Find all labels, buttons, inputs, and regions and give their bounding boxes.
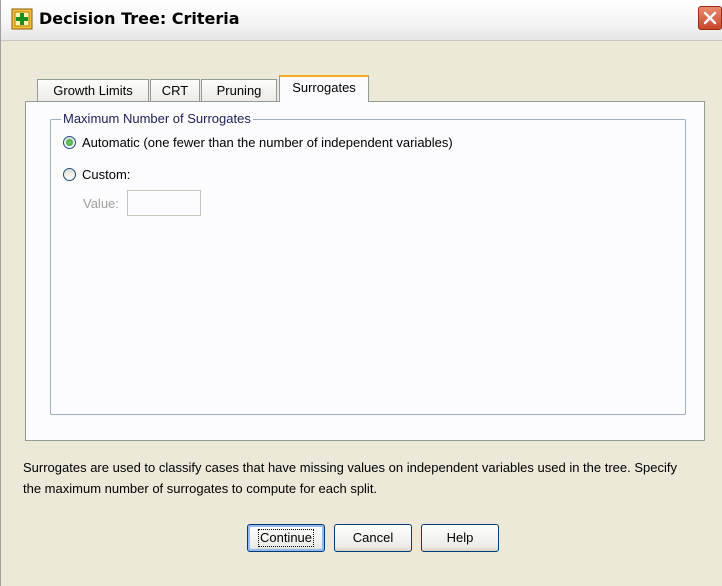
- value-label: Value:: [83, 195, 119, 211]
- continue-button-label: Continue: [257, 529, 315, 547]
- window-title: Decision Tree: Criteria: [39, 9, 240, 28]
- max-surrogates-group: Maximum Number of Surrogates Automatic (…: [50, 111, 686, 415]
- value-row: Value:: [83, 190, 201, 216]
- tab-growth-limits[interactable]: Growth Limits: [37, 79, 149, 101]
- automatic-label: Automatic (one fewer than the number of …: [82, 134, 453, 150]
- tab-surrogates[interactable]: Surrogates: [279, 75, 369, 102]
- dialog-content: Growth Limits CRT Pruning Surrogates Max…: [1, 41, 722, 586]
- automatic-radio[interactable]: [63, 135, 76, 149]
- help-button[interactable]: Help: [421, 524, 499, 552]
- group-title: Maximum Number of Surrogates: [61, 111, 253, 126]
- automatic-option[interactable]: Automatic (one fewer than the number of …: [63, 133, 453, 151]
- custom-option[interactable]: Custom:: [63, 165, 130, 183]
- title-bar[interactable]: Decision Tree: Criteria: [1, 0, 722, 41]
- surrogates-panel: Maximum Number of Surrogates Automatic (…: [25, 101, 705, 441]
- custom-radio[interactable]: [63, 167, 76, 181]
- cancel-button[interactable]: Cancel: [334, 524, 412, 552]
- close-button[interactable]: [698, 6, 722, 30]
- tab-crt[interactable]: CRT: [150, 79, 200, 101]
- decision-tree-app-icon: [11, 8, 33, 30]
- custom-label: Custom:: [82, 166, 131, 182]
- description-text: Surrogates are used to classify cases th…: [23, 460, 677, 496]
- tab-pruning[interactable]: Pruning: [201, 79, 277, 101]
- dialog-window: Decision Tree: Criteria Growth Limits CR…: [0, 0, 722, 586]
- close-icon: [703, 11, 717, 25]
- value-input[interactable]: [126, 190, 201, 216]
- continue-button[interactable]: Continue: [247, 524, 325, 552]
